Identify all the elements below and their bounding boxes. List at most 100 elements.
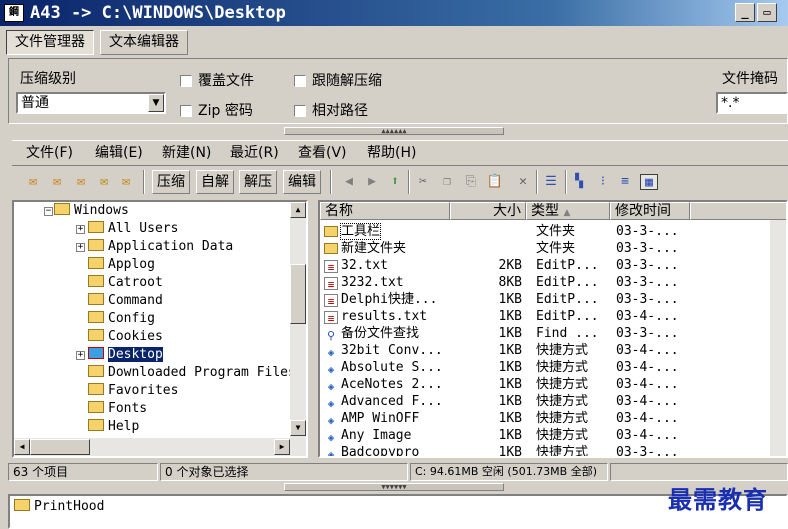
tree-vscroll[interactable]: ▲ ▼ (290, 202, 306, 438)
follow-unzip-checkbox[interactable] (294, 75, 306, 87)
menu-file[interactable]: 文件(F) (26, 144, 73, 164)
table-row[interactable]: ⚲ 备份文件查找 1KB Find ... 03-3-... (320, 325, 786, 342)
table-row[interactable]: ◈ AceNotes 2... 1KB 快捷方式 03-4-... (320, 376, 786, 393)
follow-unzip-option[interactable]: 跟随解压缩 (294, 70, 382, 90)
menu-new[interactable]: 新建(N) (162, 144, 211, 164)
bottom-item-printhood[interactable]: PrintHood (14, 498, 104, 516)
collapse-icon[interactable]: − (44, 207, 53, 216)
table-row[interactable]: ◈ Advanced F... 1KB 快捷方式 03-4-... (320, 393, 786, 410)
scroll-up-icon[interactable]: ▲ (290, 202, 306, 218)
back-icon[interactable]: ◀ (340, 174, 358, 190)
file-list[interactable]: 名称 大小 类型 ▲ 修改时间 工具栏 文件夹 03-3-... 新建文件夹 文件夹 03… (318, 200, 788, 458)
options-splitter[interactable]: ▲▲▲▲▲▲ (0, 126, 788, 136)
tree-item[interactable]: + All Users (76, 220, 178, 238)
file-mask-input[interactable]: *.* (716, 92, 788, 114)
file-type: 快捷方式 (536, 394, 589, 409)
cut-icon[interactable]: ✂ (414, 174, 432, 190)
tree-item[interactable]: Cookies (88, 328, 163, 346)
table-row[interactable]: ≡ 32.txt 2KB EditP... 03-3-... (320, 257, 786, 274)
expand-icon[interactable]: + (76, 351, 85, 360)
restore-button[interactable]: ▭ (757, 3, 777, 22)
table-row[interactable]: 新建文件夹 文件夹 03-3-... (320, 240, 786, 257)
list-view-icon[interactable]: ≡ (616, 174, 634, 190)
tree-item[interactable]: Favorites (88, 382, 178, 400)
tab-file-manager[interactable]: 文件管理器 (6, 30, 94, 55)
tree-item[interactable]: Fonts (88, 400, 147, 418)
extract-button[interactable]: 解压 (239, 170, 277, 194)
forward-icon[interactable]: ▶ (363, 174, 381, 190)
large-icons-icon[interactable]: ▚ (570, 174, 588, 190)
zip-password-checkbox[interactable] (180, 105, 192, 117)
scroll-thumb[interactable] (30, 439, 90, 455)
splitter-grip-icon[interactable]: ▼▼▼▼▼▼ (284, 483, 504, 491)
paste-icon[interactable]: 📋 (486, 174, 504, 190)
overwrite-option[interactable]: 覆盖文件 (180, 70, 254, 90)
table-row[interactable]: ◈ AMP WinOFF 1KB 快捷方式 03-4-... (320, 410, 786, 427)
delete-icon[interactable]: ✕ (514, 174, 532, 190)
tree-hscroll[interactable]: ◀ ▶ (14, 438, 306, 456)
pane-splitter[interactable] (309, 200, 317, 458)
menu-view[interactable]: 查看(V) (298, 144, 347, 164)
table-row[interactable]: 工具栏 文件夹 03-3-... (320, 223, 786, 240)
splitter-grip-icon[interactable]: ▲▲▲▲▲▲ (284, 127, 504, 135)
tree-item[interactable]: Command (88, 292, 163, 310)
column-header-name[interactable]: 名称 (320, 202, 450, 220)
tree-item[interactable]: Catroot (88, 274, 163, 292)
scroll-left-icon[interactable]: ◀ (14, 439, 30, 455)
relative-path-checkbox[interactable] (294, 105, 306, 117)
tree-item-desktop[interactable]: + Desktop (76, 346, 163, 364)
file-name: 新建文件夹 (324, 240, 474, 257)
table-row[interactable]: ◈ 32bit Conv... 1KB 快捷方式 03-4-... (320, 342, 786, 359)
expand-icon[interactable]: + (76, 243, 85, 252)
file-name: ≡ 3232.txt (324, 274, 474, 291)
edit-button[interactable]: 编辑 (283, 170, 321, 194)
tree-item[interactable]: + Application Data (76, 238, 233, 256)
menu-recent[interactable]: 最近(R) (230, 144, 279, 164)
tree-item[interactable]: Applog (88, 256, 155, 274)
mail-icon[interactable]: ✉ (95, 174, 113, 190)
zip-password-option[interactable]: Zip 密码 (180, 100, 253, 120)
mail-icon[interactable]: ✉ (72, 174, 90, 190)
column-header-type[interactable]: 类型 ▲ (526, 202, 610, 220)
column-header-size[interactable]: 大小 (450, 202, 526, 220)
tree-item[interactable]: Config (88, 310, 155, 328)
scroll-thumb[interactable] (290, 264, 306, 324)
relative-path-option[interactable]: 相对路径 (294, 100, 368, 120)
table-row[interactable]: ≡ Delphi快捷... 1KB EditP... 03-3-... (320, 291, 786, 308)
tree-item[interactable]: Downloaded Program Files (88, 364, 296, 382)
folder-icon (88, 329, 104, 341)
mail-icon[interactable]: ✉ (117, 174, 135, 190)
expand-icon[interactable]: + (76, 225, 85, 234)
details-view-icon[interactable]: ▦ (640, 174, 658, 190)
copy-icon[interactable]: ❐ (438, 174, 456, 190)
table-row[interactable]: ◈ Badcopypro 1KB 快捷方式 03-3-... (320, 444, 786, 456)
table-row[interactable]: ◈ Any Image 1KB 快捷方式 03-4-... (320, 427, 786, 444)
column-header-date[interactable]: 修改时间 (610, 202, 690, 220)
move-icon[interactable]: ⎘ (462, 174, 480, 190)
tree-item[interactable]: Help (88, 418, 139, 436)
small-icons-icon[interactable]: ⁝ (594, 174, 612, 190)
table-row[interactable]: ≡ 3232.txt 8KB EditP... 03-3-... (320, 274, 786, 291)
tab-text-editor[interactable]: 文本编辑器 (100, 30, 188, 55)
folder-tree[interactable]: − Windows + All Users + Application Data A… (12, 200, 308, 458)
app-icon[interactable]: 鋼 (4, 4, 24, 22)
compression-level-select[interactable]: 普通 ▼ (16, 92, 166, 114)
scroll-right-icon[interactable]: ▶ (274, 439, 290, 455)
minimize-button[interactable]: _ (735, 3, 755, 22)
up-icon[interactable]: ⬆ (386, 174, 404, 190)
tree-item-windows[interactable]: − Windows (44, 202, 129, 220)
self-extract-button[interactable]: 自解 (196, 170, 234, 194)
overwrite-checkbox[interactable] (180, 75, 192, 87)
menu-help[interactable]: 帮助(H) (367, 144, 416, 164)
mail-icon[interactable]: ✉ (48, 174, 66, 190)
properties-icon[interactable]: ☰ (542, 174, 560, 190)
list-vscroll[interactable] (770, 220, 786, 456)
compress-button[interactable]: 压缩 (152, 170, 190, 194)
scroll-down-icon[interactable]: ▼ (290, 420, 306, 436)
table-row[interactable]: ◈ Absolute S... 1KB 快捷方式 03-4-... (320, 359, 786, 376)
table-row[interactable]: ≡ results.txt 1KB EditP... 03-4-... (320, 308, 786, 325)
mail-icon[interactable]: ✉ (24, 174, 42, 190)
title-bar[interactable]: 鋼 A43 -> C:\WINDOWS\Desktop _ ▭ (0, 0, 788, 26)
dropdown-arrow-icon[interactable]: ▼ (148, 94, 164, 112)
menu-edit[interactable]: 编辑(E) (95, 144, 143, 164)
